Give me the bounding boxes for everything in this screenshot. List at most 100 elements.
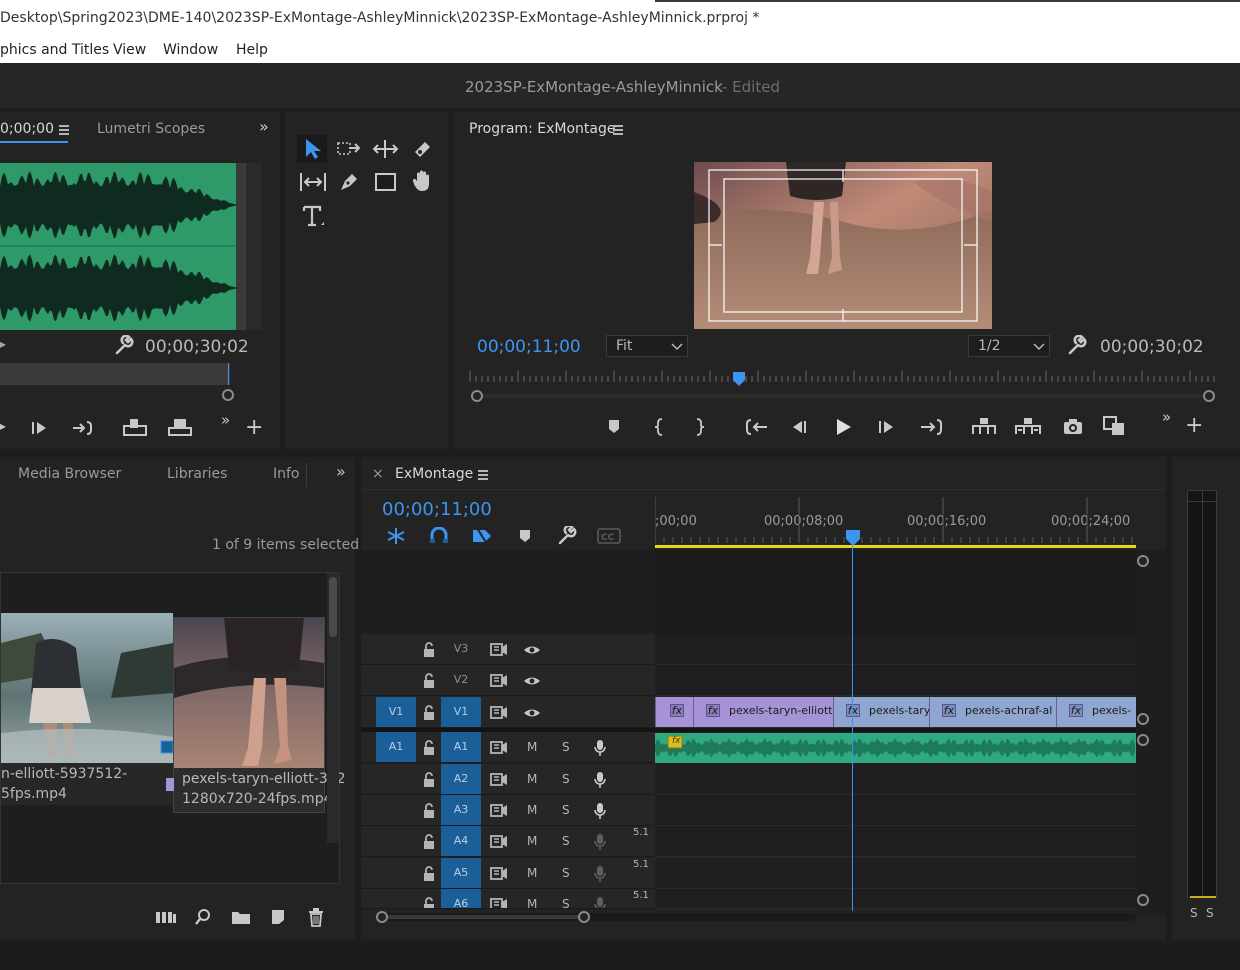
track-select-tool-icon[interactable] (337, 139, 361, 159)
nest-sequence-icon[interactable] (385, 527, 407, 545)
insert-icon[interactable] (122, 417, 148, 437)
button-editor-icon[interactable]: + (245, 415, 263, 440)
track-target[interactable]: A5 (441, 858, 481, 888)
program-zoom-bar[interactable] (476, 394, 1214, 398)
timeline-clip[interactable]: fx pexels-taryn-elliott- (693, 697, 833, 727)
sync-lock-icon[interactable] (490, 804, 508, 818)
close-tab-icon[interactable]: × (372, 466, 384, 482)
track-target[interactable]: A4 (441, 826, 481, 856)
track-target[interactable]: V1 (441, 697, 481, 727)
source-playhead[interactable] (228, 363, 229, 385)
lock-icon[interactable] (422, 866, 436, 882)
sync-lock-icon[interactable] (490, 674, 508, 688)
timeline-panel-menu-icon[interactable] (478, 470, 488, 480)
tab-lumetri-scopes[interactable]: Lumetri Scopes (97, 121, 205, 137)
vertical-scroll-handle[interactable] (1137, 555, 1149, 567)
solo-left-button[interactable]: S (1190, 906, 1198, 920)
mute-button[interactable]: M (527, 740, 537, 754)
project-scrollbar[interactable] (327, 573, 339, 843)
go-to-in-icon[interactable] (745, 418, 769, 436)
captions-icon[interactable]: CC (597, 528, 621, 544)
mute-button[interactable]: M (527, 803, 537, 817)
new-item-icon[interactable] (269, 908, 287, 926)
source-zoom-handle[interactable] (222, 389, 234, 401)
new-bin-icon[interactable] (231, 909, 251, 925)
timeline-clip[interactable]: fx pexels-achraf-al (929, 697, 1056, 727)
list-item[interactable]: n-elliott-5937512- 5fps.mp4 (1, 613, 173, 805)
go-to-out-icon[interactable] (72, 420, 94, 436)
panel-overflow-icon[interactable]: » (259, 117, 269, 136)
add-marker-icon[interactable] (518, 528, 532, 544)
program-zoom-handle-right[interactable] (1203, 390, 1215, 402)
program-video-frame[interactable] (694, 162, 992, 329)
horizontal-scroll-handle-left[interactable] (376, 911, 388, 923)
wrench-icon[interactable] (113, 335, 135, 357)
step-forward-icon[interactable] (878, 419, 896, 435)
audio-clip-waveform[interactable] (655, 733, 1136, 763)
zoom-level-dropdown[interactable]: Fit (606, 335, 688, 357)
track-target[interactable]: A6 (441, 889, 481, 908)
play-icon[interactable] (833, 417, 853, 437)
resolution-dropdown[interactable]: 1/2 (968, 335, 1050, 357)
sync-lock-icon[interactable] (490, 867, 508, 881)
vertical-scroll-handle[interactable] (1137, 734, 1149, 746)
track-target[interactable]: V2 (441, 665, 481, 695)
extract-icon[interactable] (1014, 416, 1042, 436)
source-tab-timecode[interactable]: 0;00;00 (0, 121, 54, 137)
eye-icon[interactable] (523, 706, 541, 720)
list-item[interactable]: pexels-taryn-elliott-332 1280x720-24fps.… (166, 617, 346, 813)
selection-tool-icon[interactable] (303, 138, 323, 160)
audio-track-lane[interactable] (655, 764, 1136, 795)
hand-tool-icon[interactable] (411, 169, 433, 193)
menu-view[interactable]: View (113, 42, 146, 58)
timeline-tab[interactable]: ExMontage (395, 466, 473, 482)
solo-button[interactable]: S (562, 866, 570, 880)
lift-icon[interactable] (971, 416, 997, 436)
program-current-time[interactable]: 00;00;11;00 (477, 337, 581, 357)
menu-help[interactable]: Help (236, 42, 268, 58)
wrench-icon[interactable] (1066, 335, 1088, 357)
rectangle-tool-icon[interactable] (374, 172, 398, 194)
vertical-scroll-handle[interactable] (1137, 894, 1149, 906)
solo-right-button[interactable]: S (1206, 906, 1214, 920)
menu-window[interactable]: Window (163, 42, 218, 58)
trash-icon[interactable] (307, 907, 325, 927)
sync-lock-icon[interactable] (490, 706, 508, 720)
camera-icon[interactable] (1062, 417, 1084, 435)
track-target[interactable]: A1 (441, 732, 481, 762)
solo-button[interactable]: S (562, 803, 570, 817)
sync-lock-icon[interactable] (490, 741, 508, 755)
microphone-icon[interactable] (593, 739, 607, 757)
lock-icon[interactable] (422, 803, 436, 819)
track-target[interactable]: A3 (441, 795, 481, 825)
program-zoom-handle-left[interactable] (471, 390, 483, 402)
program-time-ruler[interactable] (468, 369, 1216, 383)
mute-button[interactable]: M (527, 897, 537, 908)
track-target[interactable]: V3 (441, 634, 481, 664)
more-buttons-icon[interactable]: » (221, 411, 230, 429)
panel-menu-icon[interactable] (59, 125, 69, 135)
snap-icon[interactable] (429, 527, 449, 545)
program-monitor-tab[interactable]: Program: ExMontage (469, 121, 615, 137)
lock-icon[interactable] (422, 897, 436, 909)
lock-icon[interactable] (422, 834, 436, 850)
freeform-view-icon[interactable] (155, 909, 177, 925)
video-track-lane[interactable] (655, 634, 1136, 665)
type-tool-icon[interactable] (302, 204, 326, 230)
timeline-current-time[interactable]: 00;00;11;00 (382, 499, 492, 520)
source-patch-a1[interactable]: A1 (376, 732, 416, 762)
lock-icon[interactable] (422, 673, 436, 689)
solo-button[interactable]: S (562, 897, 570, 908)
mark-in-icon[interactable] (653, 417, 665, 437)
source-time-ruler[interactable] (0, 363, 230, 385)
linked-selection-icon[interactable] (471, 526, 493, 546)
source-patch-v1[interactable]: V1 (376, 697, 416, 727)
mute-button[interactable]: M (527, 866, 537, 880)
panel-overflow-icon[interactable]: » (336, 462, 346, 481)
button-editor-icon[interactable]: + (1185, 413, 1203, 438)
timeline-clip[interactable]: fx (655, 697, 693, 727)
scroll-thumb[interactable] (329, 577, 337, 637)
eye-icon[interactable] (523, 643, 541, 657)
horizontal-scroll-handle-right[interactable] (578, 911, 590, 923)
audio-track-lane[interactable] (655, 858, 1136, 889)
